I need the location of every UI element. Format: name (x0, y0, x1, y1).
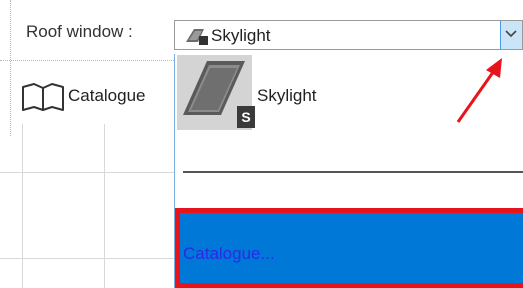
skylight-icon (186, 29, 208, 45)
grid-line (22, 124, 23, 288)
dropdown-toggle-button[interactable] (500, 21, 522, 49)
roof-window-label: Roof window : (26, 22, 133, 41)
grid-line (0, 258, 174, 259)
list-separator (183, 171, 523, 173)
list-item-catalogue[interactable]: Catalogue... (175, 208, 523, 288)
skylight-badge: S (237, 106, 255, 128)
grid-line (104, 124, 105, 288)
panel-divider-vertical (10, 0, 11, 136)
catalogue-button-label: Catalogue (68, 86, 146, 105)
list-item-label: Skylight (257, 86, 317, 105)
book-icon (22, 83, 64, 111)
grid-line (0, 172, 174, 173)
annotation-arrow-icon (456, 58, 502, 123)
combo-selected-value: Skylight (211, 26, 271, 45)
chevron-down-icon (505, 30, 517, 38)
roof-window-combo[interactable]: Skylight (174, 20, 523, 50)
panel-divider-horizontal (0, 60, 176, 61)
catalogue-item-label: Catalogue... (183, 244, 275, 263)
